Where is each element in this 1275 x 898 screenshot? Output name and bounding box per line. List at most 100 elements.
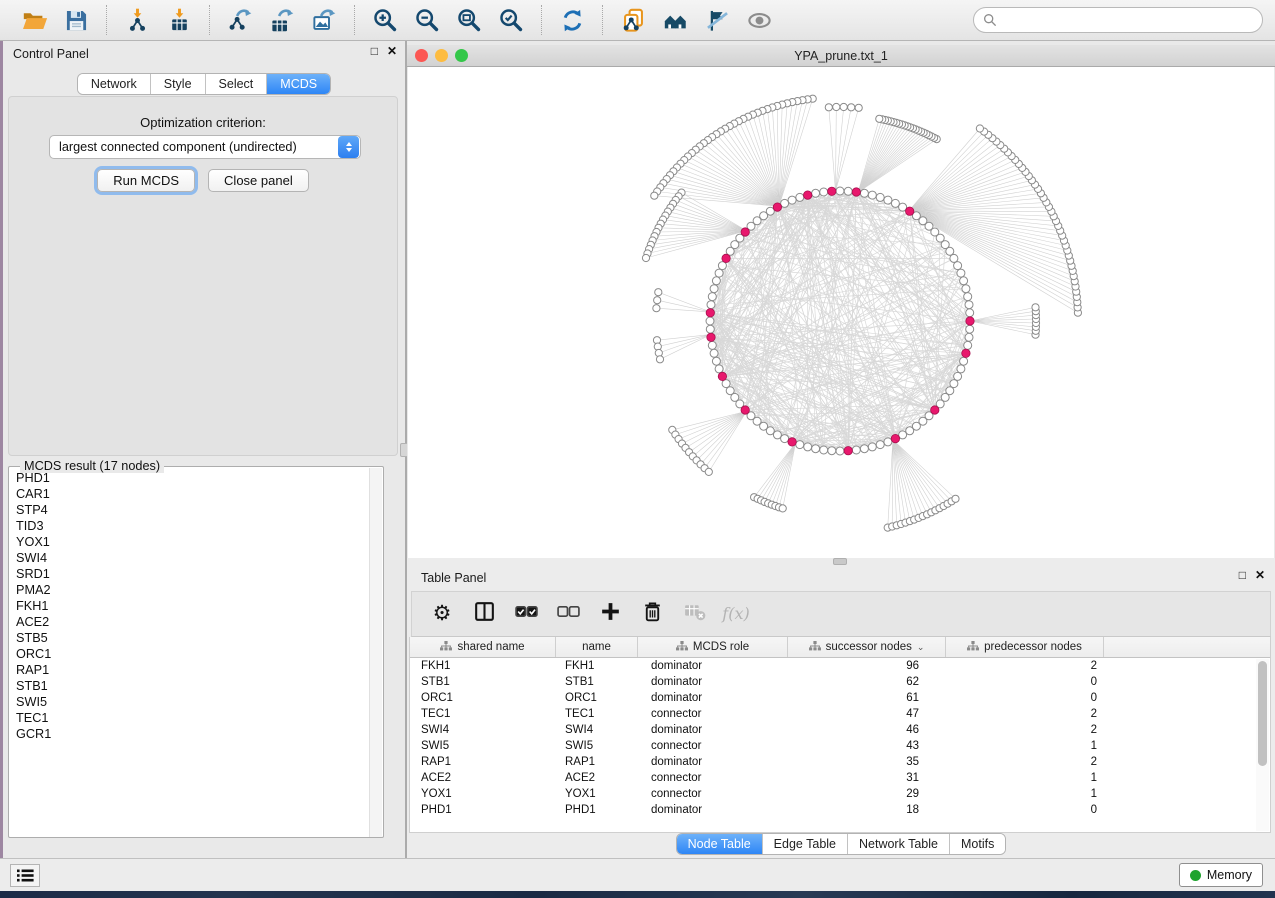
horizontal-splitter[interactable] <box>407 558 1275 565</box>
table-row[interactable]: FKH1FKH1dominator962 <box>410 658 1270 674</box>
tab-mcds[interactable]: MCDS <box>267 74 330 94</box>
zoom-selected-button[interactable] <box>493 3 529 37</box>
column-header-name[interactable]: name <box>556 637 638 657</box>
table-row[interactable]: YOX1YOX1connector291 <box>410 786 1270 802</box>
cell-predecessor_nodes: 0 <box>946 802 1104 818</box>
optimization-criterion-label: Optimization criterion: <box>9 115 397 130</box>
mcds-result-item[interactable]: SRD1 <box>10 566 370 582</box>
clear-all-checkboxes-button[interactable] <box>554 599 582 629</box>
zoom-in-button[interactable] <box>367 3 403 37</box>
column-header-predecessor-nodes[interactable]: predecessor nodes <box>946 637 1104 657</box>
criterion-dropdown[interactable]: largest connected component (undirected) <box>49 135 361 159</box>
close-table-panel-icon[interactable]: ✕ <box>1255 569 1265 581</box>
table-scrollbar[interactable] <box>1256 659 1269 831</box>
table-row[interactable]: ORC1ORC1dominator610 <box>410 690 1270 706</box>
import-network-icon <box>124 7 151 34</box>
select-all-checkboxes-button[interactable] <box>512 599 540 629</box>
float-table-panel-icon[interactable]: □ <box>1239 569 1246 581</box>
tab-motifs[interactable]: Motifs <box>950 834 1005 854</box>
mcds-result-item[interactable]: STP4 <box>10 502 370 518</box>
toggle-graphics-icon <box>746 7 773 34</box>
mcds-result-item[interactable]: FKH1 <box>10 598 370 614</box>
tab-network[interactable]: Network <box>78 74 151 94</box>
column-header-successor-nodes[interactable]: successor nodes⌄ <box>788 637 946 657</box>
hide-flagged-button[interactable] <box>699 3 735 37</box>
mcds-result-item[interactable]: YOX1 <box>10 534 370 550</box>
add-row-button[interactable] <box>596 599 624 629</box>
zoom-fit-icon <box>456 7 483 34</box>
import-table-button[interactable] <box>161 3 197 37</box>
toggle-graphics-button[interactable] <box>741 3 777 37</box>
save-session-icon <box>63 7 90 34</box>
mcds-result-item[interactable]: ACE2 <box>10 614 370 630</box>
cell-name: YOX1 <box>556 786 638 802</box>
column-header-filler <box>1104 637 1270 657</box>
mcds-result-item[interactable]: STB1 <box>10 678 370 694</box>
mcds-result-item[interactable]: SWI4 <box>10 550 370 566</box>
horizontal-splitter-handle[interactable] <box>833 558 847 565</box>
mcds-result-item[interactable]: ORC1 <box>10 646 370 662</box>
zoom-out-icon <box>414 7 441 34</box>
delete-row-button[interactable] <box>638 599 666 629</box>
cell-predecessor_nodes: 1 <box>946 770 1104 786</box>
mcds-result-item[interactable]: PHD1 <box>10 470 370 486</box>
table-panel-title: Table Panel <box>421 571 486 585</box>
mcds-result-item[interactable]: TEC1 <box>10 710 370 726</box>
mcds-result-item[interactable]: TID3 <box>10 518 370 534</box>
network-canvas[interactable] <box>408 67 1274 558</box>
tab-node-table[interactable]: Node Table <box>677 834 763 854</box>
dropdown-stepper-icon <box>338 136 359 158</box>
cell-successor_nodes: 43 <box>788 738 946 754</box>
cell-mcds_role: connector <box>638 738 788 754</box>
save-session-button[interactable] <box>58 3 94 37</box>
search-box[interactable] <box>973 7 1263 33</box>
table-row[interactable]: ACE2ACE2connector311 <box>410 770 1270 786</box>
tab-edge-table[interactable]: Edge Table <box>763 834 848 854</box>
mcds-result-scrollbar[interactable] <box>369 468 382 837</box>
tab-select[interactable]: Select <box>206 74 268 94</box>
task-history-button[interactable] <box>10 864 40 887</box>
table-scrollbar-thumb[interactable] <box>1258 661 1267 766</box>
table-row[interactable]: SWI5SWI5connector431 <box>410 738 1270 754</box>
network-manager-button[interactable] <box>657 3 693 37</box>
network-graph[interactable] <box>408 67 1274 558</box>
mcds-result-item[interactable]: PMA2 <box>10 582 370 598</box>
export-image-button[interactable] <box>306 3 342 37</box>
column-header-shared-name[interactable]: shared name <box>410 637 556 657</box>
close-panel-button[interactable]: Close panel <box>208 169 309 192</box>
mcds-result-item[interactable]: SWI5 <box>10 694 370 710</box>
column-header-MCDS-role[interactable]: MCDS role <box>638 637 788 657</box>
split-columns-button[interactable] <box>470 599 498 629</box>
criterion-selected-value: largest connected component (undirected) <box>50 140 338 154</box>
open-file-button[interactable] <box>16 3 52 37</box>
table-settings-button[interactable]: ⚙ <box>428 599 456 629</box>
select-all-checkboxes-icon <box>514 599 539 629</box>
float-panel-icon[interactable]: □ <box>371 45 378 57</box>
close-panel-icon[interactable]: ✕ <box>387 45 397 57</box>
table-row[interactable]: STB1STB1dominator620 <box>410 674 1270 690</box>
mcds-result-item[interactable]: STB5 <box>10 630 370 646</box>
run-mcds-button[interactable]: Run MCDS <box>97 169 195 192</box>
table-row[interactable]: PHD1PHD1dominator180 <box>410 802 1270 818</box>
sort-descending-icon: ⌄ <box>917 642 925 653</box>
cell-name: FKH1 <box>556 658 638 674</box>
export-table-button[interactable] <box>264 3 300 37</box>
import-network-button[interactable] <box>119 3 155 37</box>
toolbar-separator <box>106 5 107 35</box>
cell-predecessor_nodes: 0 <box>946 674 1104 690</box>
table-row[interactable]: RAP1RAP1dominator352 <box>410 754 1270 770</box>
tab-style[interactable]: Style <box>151 74 206 94</box>
duplicate-network-button[interactable] <box>615 3 651 37</box>
search-input[interactable] <box>997 13 1262 27</box>
table-row[interactable]: SWI4SWI4dominator462 <box>410 722 1270 738</box>
table-row[interactable]: TEC1TEC1connector472 <box>410 706 1270 722</box>
export-network-button[interactable] <box>222 3 258 37</box>
refresh-view-button[interactable] <box>554 3 590 37</box>
mcds-result-item[interactable]: CAR1 <box>10 486 370 502</box>
memory-button[interactable]: Memory <box>1179 863 1263 887</box>
mcds-result-item[interactable]: GCR1 <box>10 726 370 742</box>
mcds-result-item[interactable]: RAP1 <box>10 662 370 678</box>
zoom-out-button[interactable] <box>409 3 445 37</box>
tab-network-table[interactable]: Network Table <box>848 834 950 854</box>
zoom-fit-button[interactable] <box>451 3 487 37</box>
